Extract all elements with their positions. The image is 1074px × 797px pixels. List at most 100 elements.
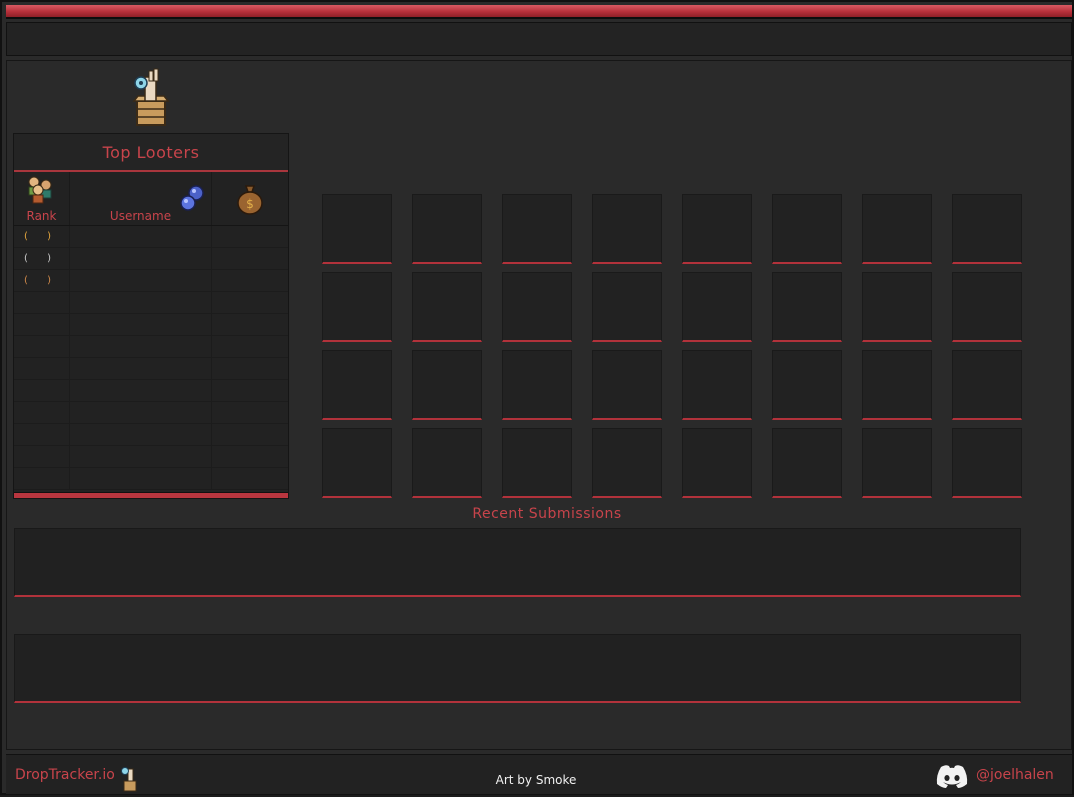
footer: DropTracker.io Art by Smoke @joelhalen (6, 754, 1072, 794)
rank-cell (14, 402, 70, 423)
rank-cell: ( ) (14, 248, 70, 269)
value-cell (212, 358, 288, 379)
loot-slot[interactable] (682, 428, 752, 498)
blue-orbs-icon (179, 184, 205, 215)
value-cell (212, 248, 288, 269)
loot-slot[interactable] (502, 272, 572, 342)
rank-cell (14, 314, 70, 335)
loot-slot[interactable] (952, 350, 1022, 420)
loot-slot[interactable] (682, 350, 752, 420)
rank-header-label: Rank (26, 209, 57, 223)
username-cell (70, 292, 212, 313)
loot-slot[interactable] (322, 194, 392, 264)
app-frame: Top Looters Rank Username $ () () () … (0, 0, 1074, 795)
value-cell (212, 468, 288, 489)
table-row (14, 402, 288, 424)
loot-slot[interactable] (502, 428, 572, 498)
username-cell (70, 248, 212, 269)
loot-slot[interactable] (772, 350, 842, 420)
table-row: ( ) (14, 248, 288, 270)
top-looters-footer-bar (14, 492, 288, 498)
loot-slot[interactable] (322, 272, 392, 342)
table-row (14, 446, 288, 468)
rank-cell: ( ) (14, 226, 70, 247)
svg-text:$: $ (246, 197, 254, 211)
loot-slot[interactable] (772, 194, 842, 264)
table-row (14, 468, 288, 490)
brand-link[interactable]: DropTracker.io (15, 767, 115, 783)
table-row (14, 336, 288, 358)
mascot-small-icon (119, 763, 141, 797)
loot-slot[interactable] (412, 272, 482, 342)
loot-slot[interactable] (952, 428, 1022, 498)
value-cell (212, 424, 288, 445)
rank-cell (14, 468, 70, 489)
rank-header: Rank (14, 172, 70, 225)
value-cell (212, 314, 288, 335)
username-cell (70, 446, 212, 467)
loot-grid (322, 194, 1022, 498)
top-looters-rows: ( )( )( ) (14, 226, 288, 490)
loot-slot[interactable] (322, 350, 392, 420)
recent-submissions-title: Recent Submissions (472, 506, 622, 522)
loot-slot[interactable] (862, 194, 932, 264)
discord-handle-link[interactable]: @joelhalen (976, 767, 1054, 783)
rank-cell (14, 380, 70, 401)
username-cell (70, 424, 212, 445)
rank-cell (14, 292, 70, 313)
rank-cell (14, 424, 70, 445)
loot-slot[interactable] (772, 272, 842, 342)
username-cell (70, 336, 212, 357)
username-cell (70, 402, 212, 423)
loot-slot[interactable] (862, 272, 932, 342)
value-cell (212, 446, 288, 467)
username-cell (70, 314, 212, 335)
loot-slot[interactable] (502, 194, 572, 264)
loot-slot[interactable] (592, 428, 662, 498)
money-bag-icon: $ (236, 181, 264, 218)
table-row: ( ) (14, 270, 288, 292)
secondary-panel (14, 634, 1021, 703)
table-row (14, 358, 288, 380)
loot-slot[interactable] (952, 194, 1022, 264)
value-cell (212, 270, 288, 291)
loot-slot[interactable] (412, 350, 482, 420)
value-cell (212, 292, 288, 313)
loot-slot[interactable] (862, 350, 932, 420)
username-cell (70, 226, 212, 247)
discord-icon[interactable] (935, 763, 969, 793)
loot-slot[interactable] (592, 350, 662, 420)
loot-slot[interactable] (322, 428, 392, 498)
loot-slot[interactable] (592, 194, 662, 264)
loot-slot[interactable] (682, 194, 752, 264)
top-accent-bar (6, 5, 1072, 19)
top-looters-title: Top Looters (14, 134, 288, 172)
loot-slot[interactable] (502, 350, 572, 420)
loot-slot[interactable] (412, 428, 482, 498)
value-cell (212, 336, 288, 357)
table-row (14, 314, 288, 336)
table-row (14, 380, 288, 402)
table-row (14, 292, 288, 314)
table-row: ( ) (14, 226, 288, 248)
table-row (14, 424, 288, 446)
rank-cell (14, 358, 70, 379)
username-header: Username (70, 172, 212, 225)
rank-cell: ( ) (14, 270, 70, 291)
loot-slot[interactable] (412, 194, 482, 264)
rank-cell (14, 336, 70, 357)
username-header-label: Username (109, 209, 172, 223)
top-looters-header-row: Rank Username $ (14, 172, 288, 226)
value-cell (212, 226, 288, 247)
loot-slot[interactable] (592, 272, 662, 342)
top-looters-table: Top Looters Rank Username $ () () () (13, 133, 289, 499)
loot-slot[interactable] (952, 272, 1022, 342)
loot-slot[interactable] (682, 272, 752, 342)
recent-submissions-panel (14, 528, 1021, 597)
loot-slot[interactable] (772, 428, 842, 498)
rank-cell (14, 446, 70, 467)
value-cell (212, 380, 288, 401)
loot-slot[interactable] (862, 428, 932, 498)
players-icon (26, 174, 56, 207)
art-credit: Art by Smoke (495, 773, 577, 787)
